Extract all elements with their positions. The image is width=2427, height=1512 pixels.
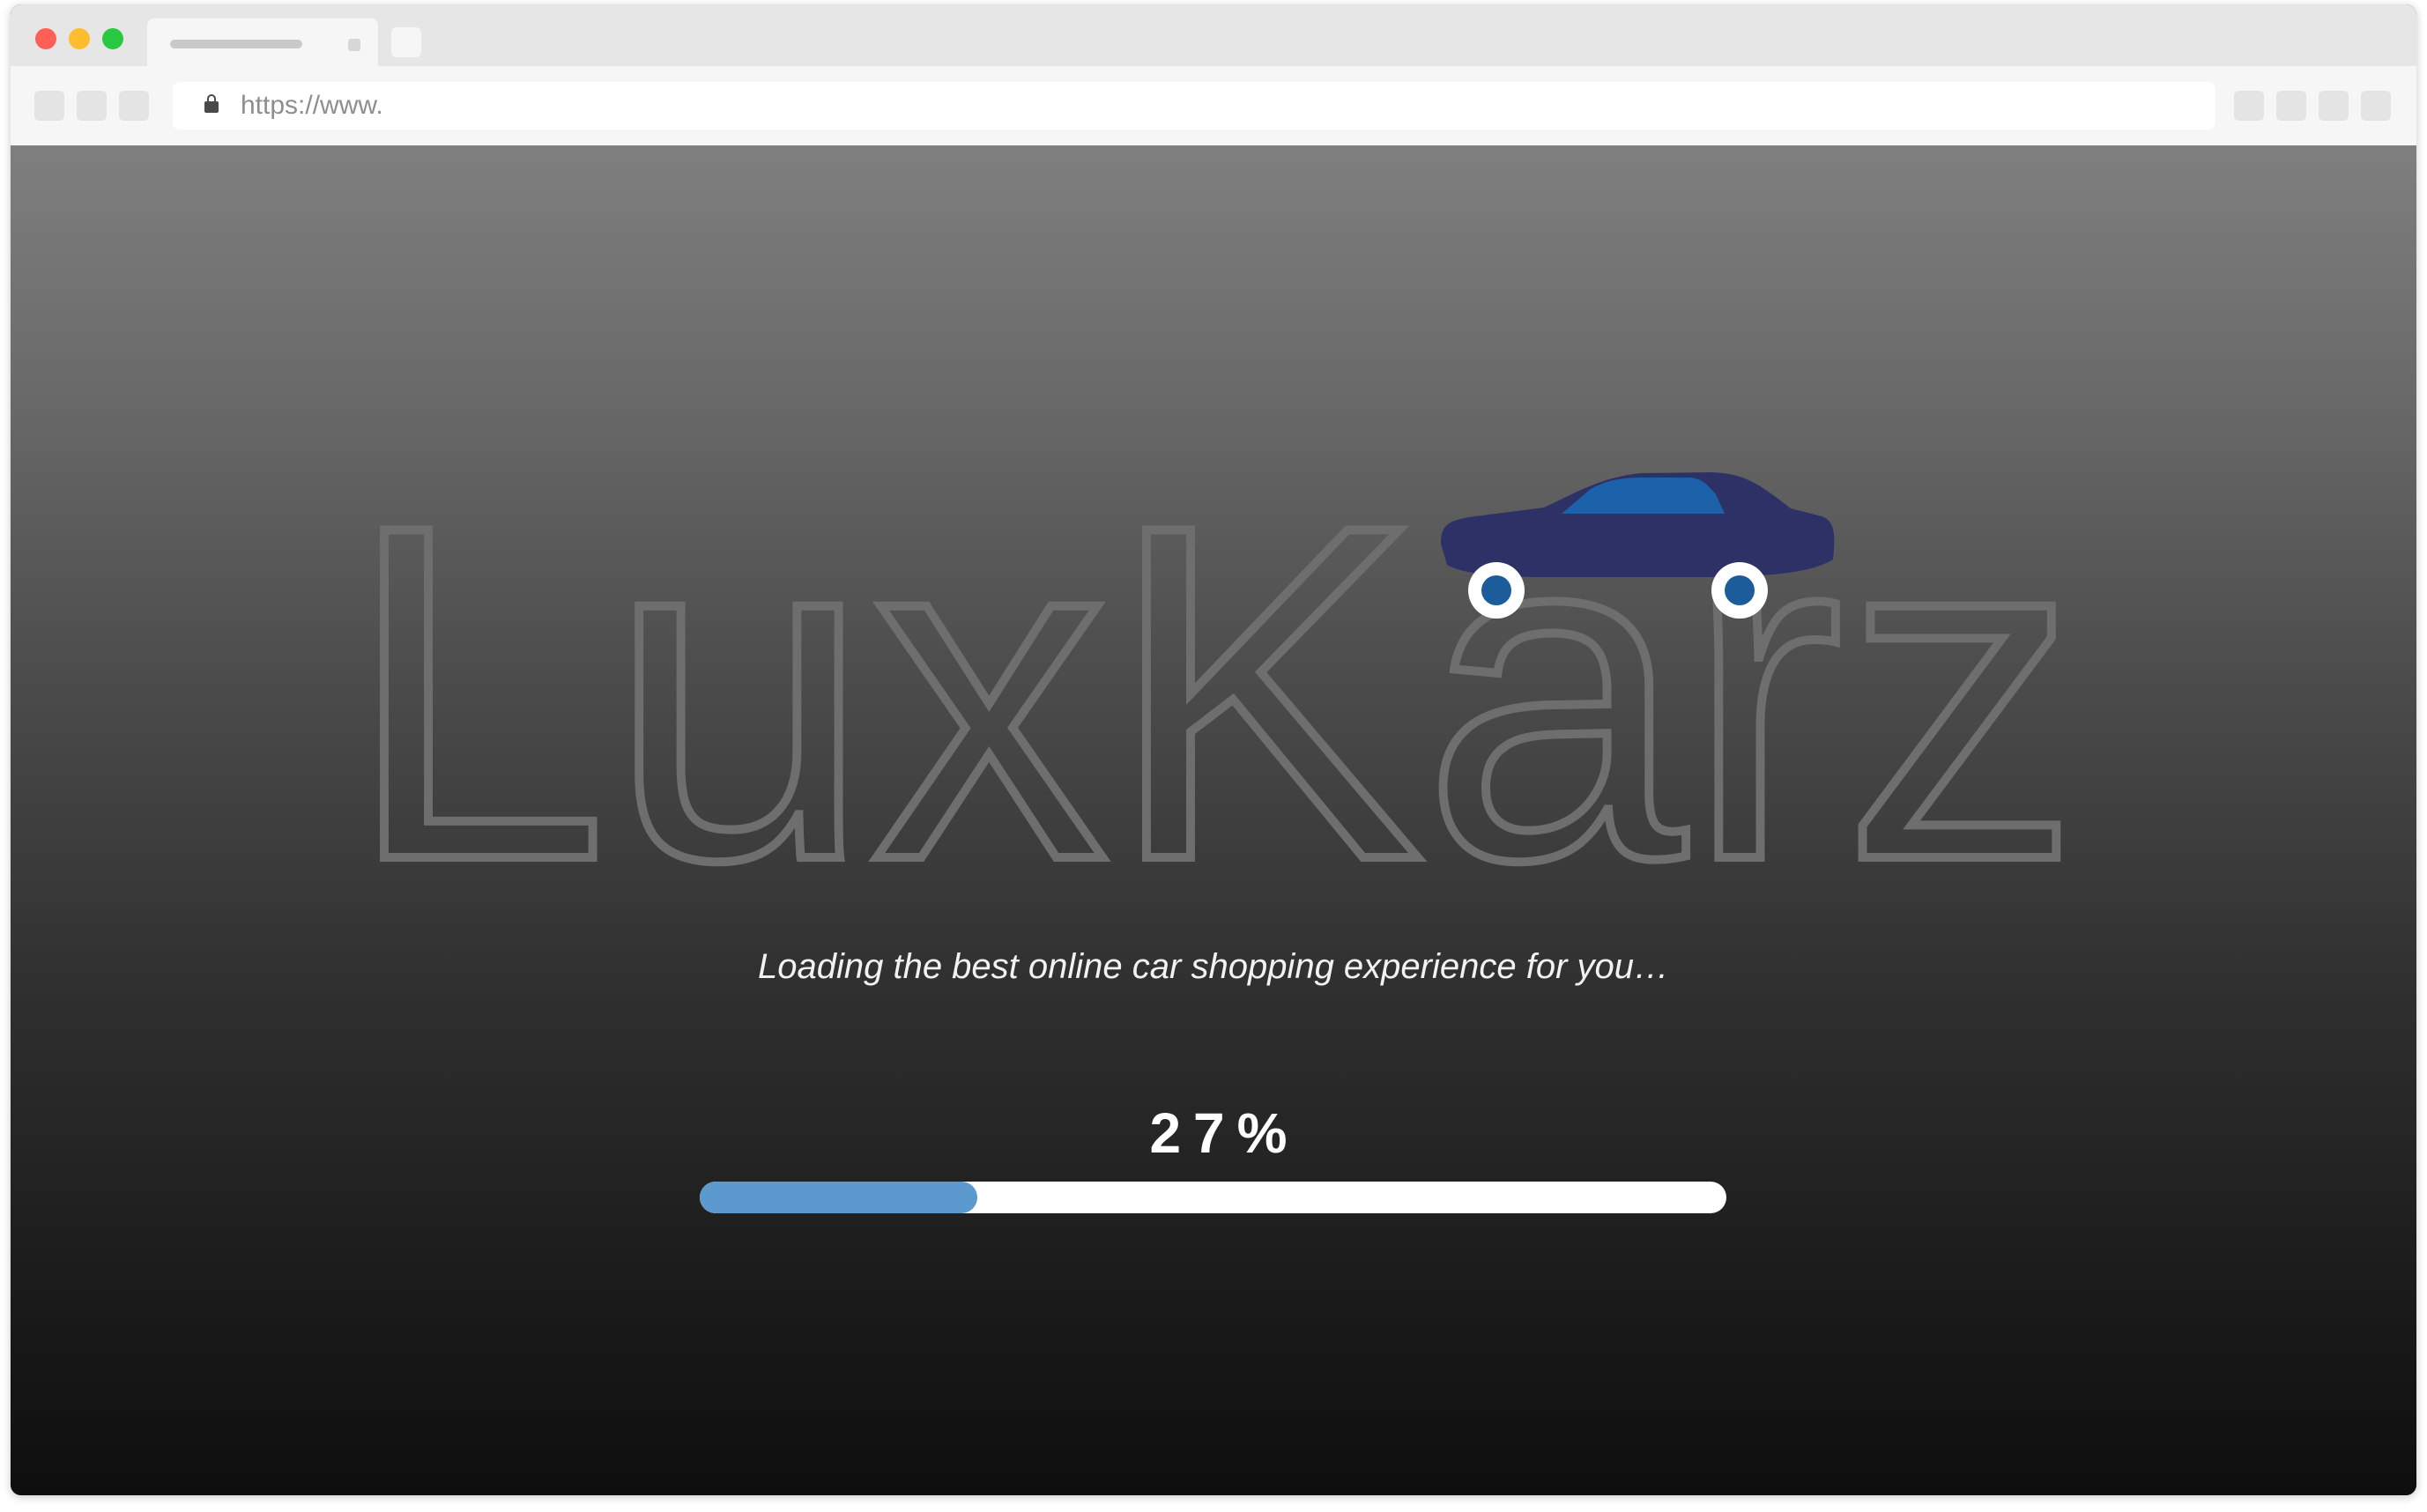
back-button[interactable]: [34, 91, 64, 121]
new-tab-button[interactable]: [391, 27, 421, 57]
tab-close-icon[interactable]: [348, 39, 360, 51]
browser-window: https://www. LuxKarz Loading the best on…: [11, 4, 2416, 1495]
address-bar[interactable]: https://www.: [173, 82, 2215, 130]
zoom-window-button[interactable]: [102, 28, 123, 49]
tab-title-placeholder: [170, 40, 302, 48]
lock-icon: [204, 94, 219, 113]
forward-button[interactable]: [77, 91, 107, 121]
loading-screen: LuxKarz Loading the best online car shop…: [11, 145, 2416, 1495]
minimize-window-button[interactable]: [69, 28, 90, 49]
browser-toolbar: https://www.: [11, 66, 2416, 146]
close-window-button[interactable]: [35, 28, 56, 49]
logo-wordmark: LuxKarz: [345, 427, 2080, 938]
toolbar-button-2[interactable]: [2276, 91, 2306, 121]
progress-bar: [700, 1182, 1726, 1213]
progress-percentage: 27%: [1149, 1101, 1300, 1165]
browser-tab[interactable]: [147, 19, 378, 66]
reload-button[interactable]: [119, 91, 149, 121]
logo: LuxKarz: [341, 423, 2084, 938]
toolbar-button-4[interactable]: [2361, 91, 2391, 121]
url-text: https://www.: [241, 91, 383, 120]
title-bar: [11, 4, 2416, 66]
progress-bar-fill: [700, 1182, 977, 1213]
toolbar-button-3[interactable]: [2319, 91, 2349, 121]
loading-tagline: Loading the best online car shopping exp…: [757, 947, 1670, 986]
toolbar-button-1[interactable]: [2234, 91, 2264, 121]
